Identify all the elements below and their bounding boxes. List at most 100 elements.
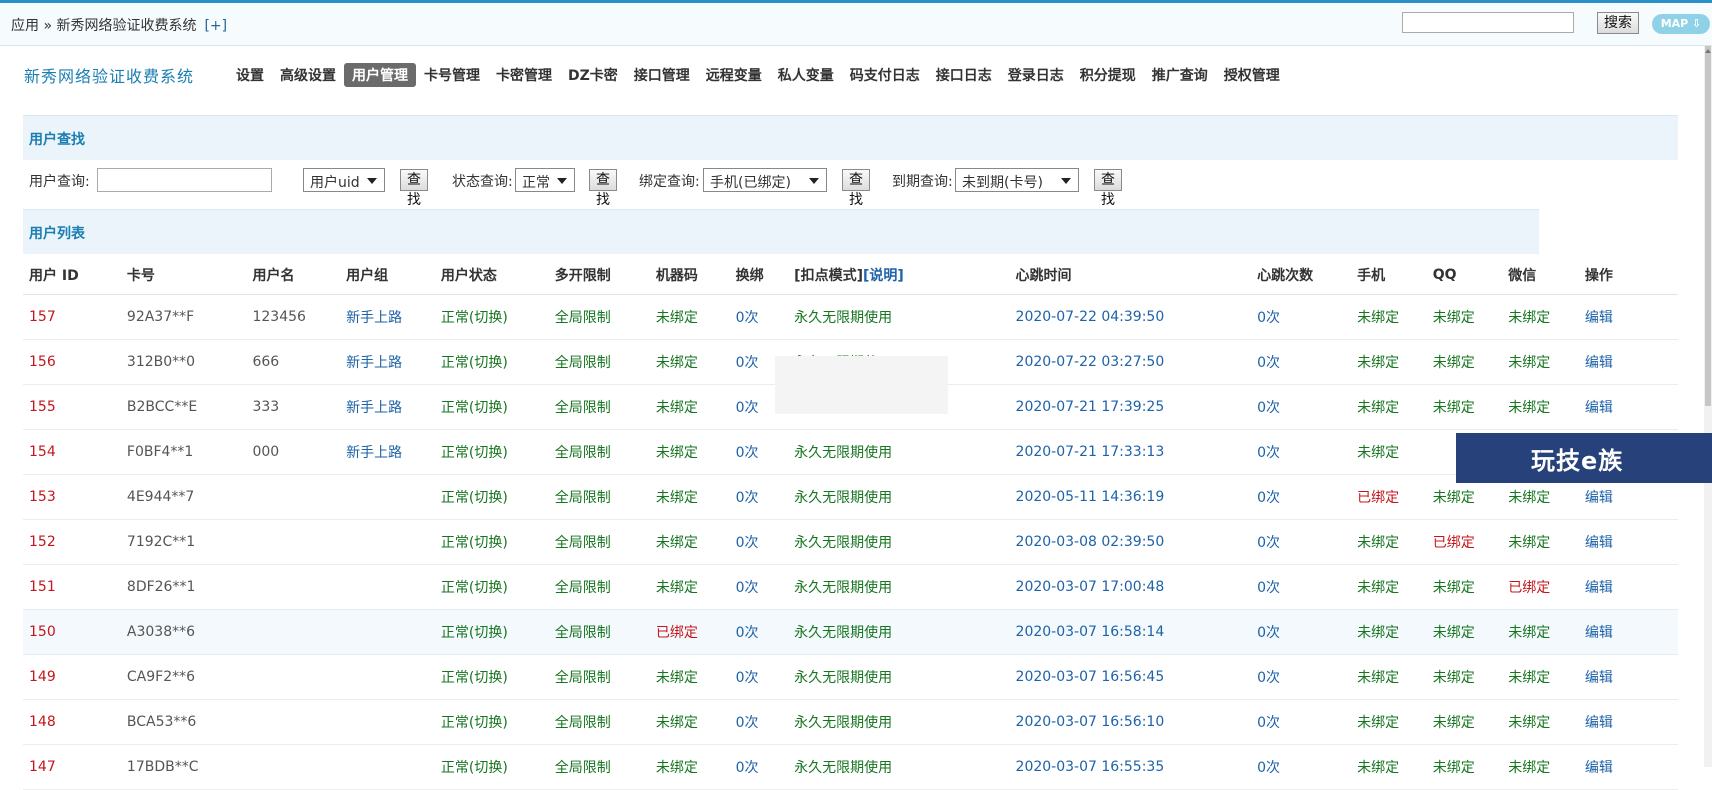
cell-user-id: 149: [23, 654, 121, 700]
cell-machine-code: 未绑定: [649, 429, 730, 475]
nav-item[interactable]: 设置: [228, 63, 272, 87]
bind-select[interactable]: 手机(已绑定): [703, 168, 827, 192]
nav-item[interactable]: 接口日志: [928, 63, 1000, 87]
find-user-button[interactable]: 查找: [400, 169, 428, 208]
cell-status-toggle[interactable]: 正常(切换): [434, 429, 549, 475]
cell-group-link[interactable]: 新手上路: [340, 294, 435, 340]
cell-username: [246, 699, 341, 745]
cell-username: [246, 564, 341, 610]
bind-query-label: 绑定查询:: [639, 174, 700, 190]
cell-group-link[interactable]: [340, 564, 435, 610]
user-query-input[interactable]: [97, 168, 272, 192]
top-search-input[interactable]: [1402, 12, 1574, 33]
col-action: 操作: [1578, 255, 1678, 295]
nav-item[interactable]: 接口管理: [626, 63, 698, 87]
edit-link[interactable]: 编辑: [1578, 654, 1678, 700]
expire-select[interactable]: 未到期(卡号): [955, 168, 1079, 192]
nav-item[interactable]: 码支付日志: [842, 63, 928, 87]
find-status-button[interactable]: 查找: [589, 169, 617, 208]
col-rebind: 换绑: [729, 255, 789, 295]
cell-wechat: 未绑定: [1502, 744, 1579, 790]
edit-link[interactable]: 编辑: [1578, 744, 1678, 790]
cell-status-toggle[interactable]: 正常(切换): [434, 609, 549, 655]
cell-status-toggle[interactable]: 正常(切换): [434, 294, 549, 340]
cell-wechat: 未绑定: [1502, 699, 1579, 745]
cell-status-toggle[interactable]: 正常(切换): [434, 474, 549, 520]
nav-item[interactable]: 登录日志: [1000, 63, 1072, 87]
cell-status-toggle[interactable]: 正常(切换): [434, 699, 549, 745]
find-expire-button[interactable]: 查找: [1094, 169, 1122, 208]
find-bind-button[interactable]: 查找: [842, 169, 870, 208]
cell-machine-code: 未绑定: [649, 519, 730, 565]
edit-link[interactable]: 编辑: [1578, 564, 1678, 610]
cell-status-toggle[interactable]: 正常(切换): [434, 519, 549, 565]
cell-user-id: 153: [23, 474, 121, 520]
edit-link[interactable]: 编辑: [1578, 519, 1678, 565]
cell-group-link[interactable]: [340, 744, 435, 790]
cell-status-toggle[interactable]: 正常(切换): [434, 339, 549, 385]
cell-group-link[interactable]: [340, 519, 435, 565]
cell-machine-code: 未绑定: [649, 564, 730, 610]
cell-status-toggle[interactable]: 正常(切换): [434, 384, 549, 430]
cell-group-link[interactable]: 新手上路: [340, 339, 435, 385]
cell-mode: 永久无限期使用: [788, 654, 1010, 700]
cell-card: 7192C**1: [120, 519, 247, 565]
cell-wechat: 未绑定: [1502, 339, 1579, 385]
edit-link[interactable]: 编辑: [1578, 699, 1678, 745]
col-group: 用户组: [340, 255, 435, 295]
breadcrumb-text[interactable]: 应用 » 新秀网络验证收费系统: [11, 18, 196, 34]
nav-item[interactable]: 卡密管理: [488, 63, 560, 87]
cell-group-link[interactable]: [340, 699, 435, 745]
nav-item[interactable]: 远程变量: [698, 63, 770, 87]
cell-status-toggle[interactable]: 正常(切换): [434, 564, 549, 610]
cell-username: 666: [246, 339, 341, 385]
scroll-up-arrow-icon[interactable]: [1704, 46, 1712, 56]
cell-heartbeat-count: 0次: [1251, 429, 1352, 475]
cell-card: 312B0**0: [120, 339, 247, 385]
cell-group-link[interactable]: [340, 654, 435, 700]
user-field-select[interactable]: 用户uid: [303, 168, 385, 192]
scrollbar-thumb[interactable]: [1705, 46, 1711, 406]
cell-phone: 未绑定: [1351, 384, 1427, 430]
cell-status-toggle[interactable]: 正常(切换): [434, 744, 549, 790]
edit-link[interactable]: 编辑: [1578, 609, 1678, 655]
cell-username: 000: [246, 429, 341, 475]
cell-group-link[interactable]: [340, 609, 435, 655]
cell-group-link[interactable]: [340, 474, 435, 520]
nav-item[interactable]: 私人变量: [770, 63, 842, 87]
cell-username: [246, 609, 341, 655]
status-select[interactable]: 正常: [515, 168, 575, 192]
edit-link[interactable]: 编辑: [1578, 294, 1678, 340]
nav-item[interactable]: 积分提现: [1072, 63, 1144, 87]
top-search-button[interactable]: 搜索: [1597, 12, 1639, 34]
cell-group-link[interactable]: 新手上路: [340, 384, 435, 430]
cell-user-id: 154: [23, 429, 121, 475]
expire-query-label: 到期查询:: [892, 174, 953, 190]
mode-help-link[interactable]: [说明]: [863, 268, 904, 284]
cell-heartbeat-time: 2020-07-21 17:39:25: [1009, 384, 1252, 430]
col-card: 卡号: [120, 255, 247, 295]
nav-item[interactable]: 授权管理: [1216, 63, 1288, 87]
nav-item[interactable]: 推广查询: [1144, 63, 1216, 87]
site-map-button[interactable]: MAP ⇩: [1652, 14, 1710, 34]
table-row: 153 4E944**7 正常(切换) 全局限制 未绑定 0次 永久无限期使用 2020-05…: [23, 474, 1678, 520]
cell-heartbeat-time: 2020-03-07 17:00:48: [1009, 564, 1252, 610]
cell-card: CA9F2**6: [120, 654, 247, 700]
cell-user-id: 156: [23, 339, 121, 385]
nav-item[interactable]: 用户管理: [344, 63, 416, 87]
add-shortcut-link[interactable]: [+]: [204, 18, 227, 34]
cell-user-id: 152: [23, 519, 121, 565]
edit-link[interactable]: 编辑: [1578, 339, 1678, 385]
cell-group-link[interactable]: 新手上路: [340, 429, 435, 475]
nav-item[interactable]: 高级设置: [272, 63, 344, 87]
app-title: 新秀网络验证收费系统: [24, 67, 195, 86]
cell-rebind-count: 0次: [729, 609, 789, 655]
nav-item[interactable]: 卡号管理: [416, 63, 488, 87]
cell-wechat: 未绑定: [1502, 294, 1579, 340]
edit-link[interactable]: 编辑: [1578, 384, 1678, 430]
cell-machine-code: 未绑定: [649, 744, 730, 790]
cell-machine-code: 未绑定: [649, 294, 730, 340]
nav-item[interactable]: DZ卡密: [560, 63, 626, 87]
cell-status-toggle[interactable]: 正常(切换): [434, 654, 549, 700]
cell-card: BCA53**6: [120, 699, 247, 745]
